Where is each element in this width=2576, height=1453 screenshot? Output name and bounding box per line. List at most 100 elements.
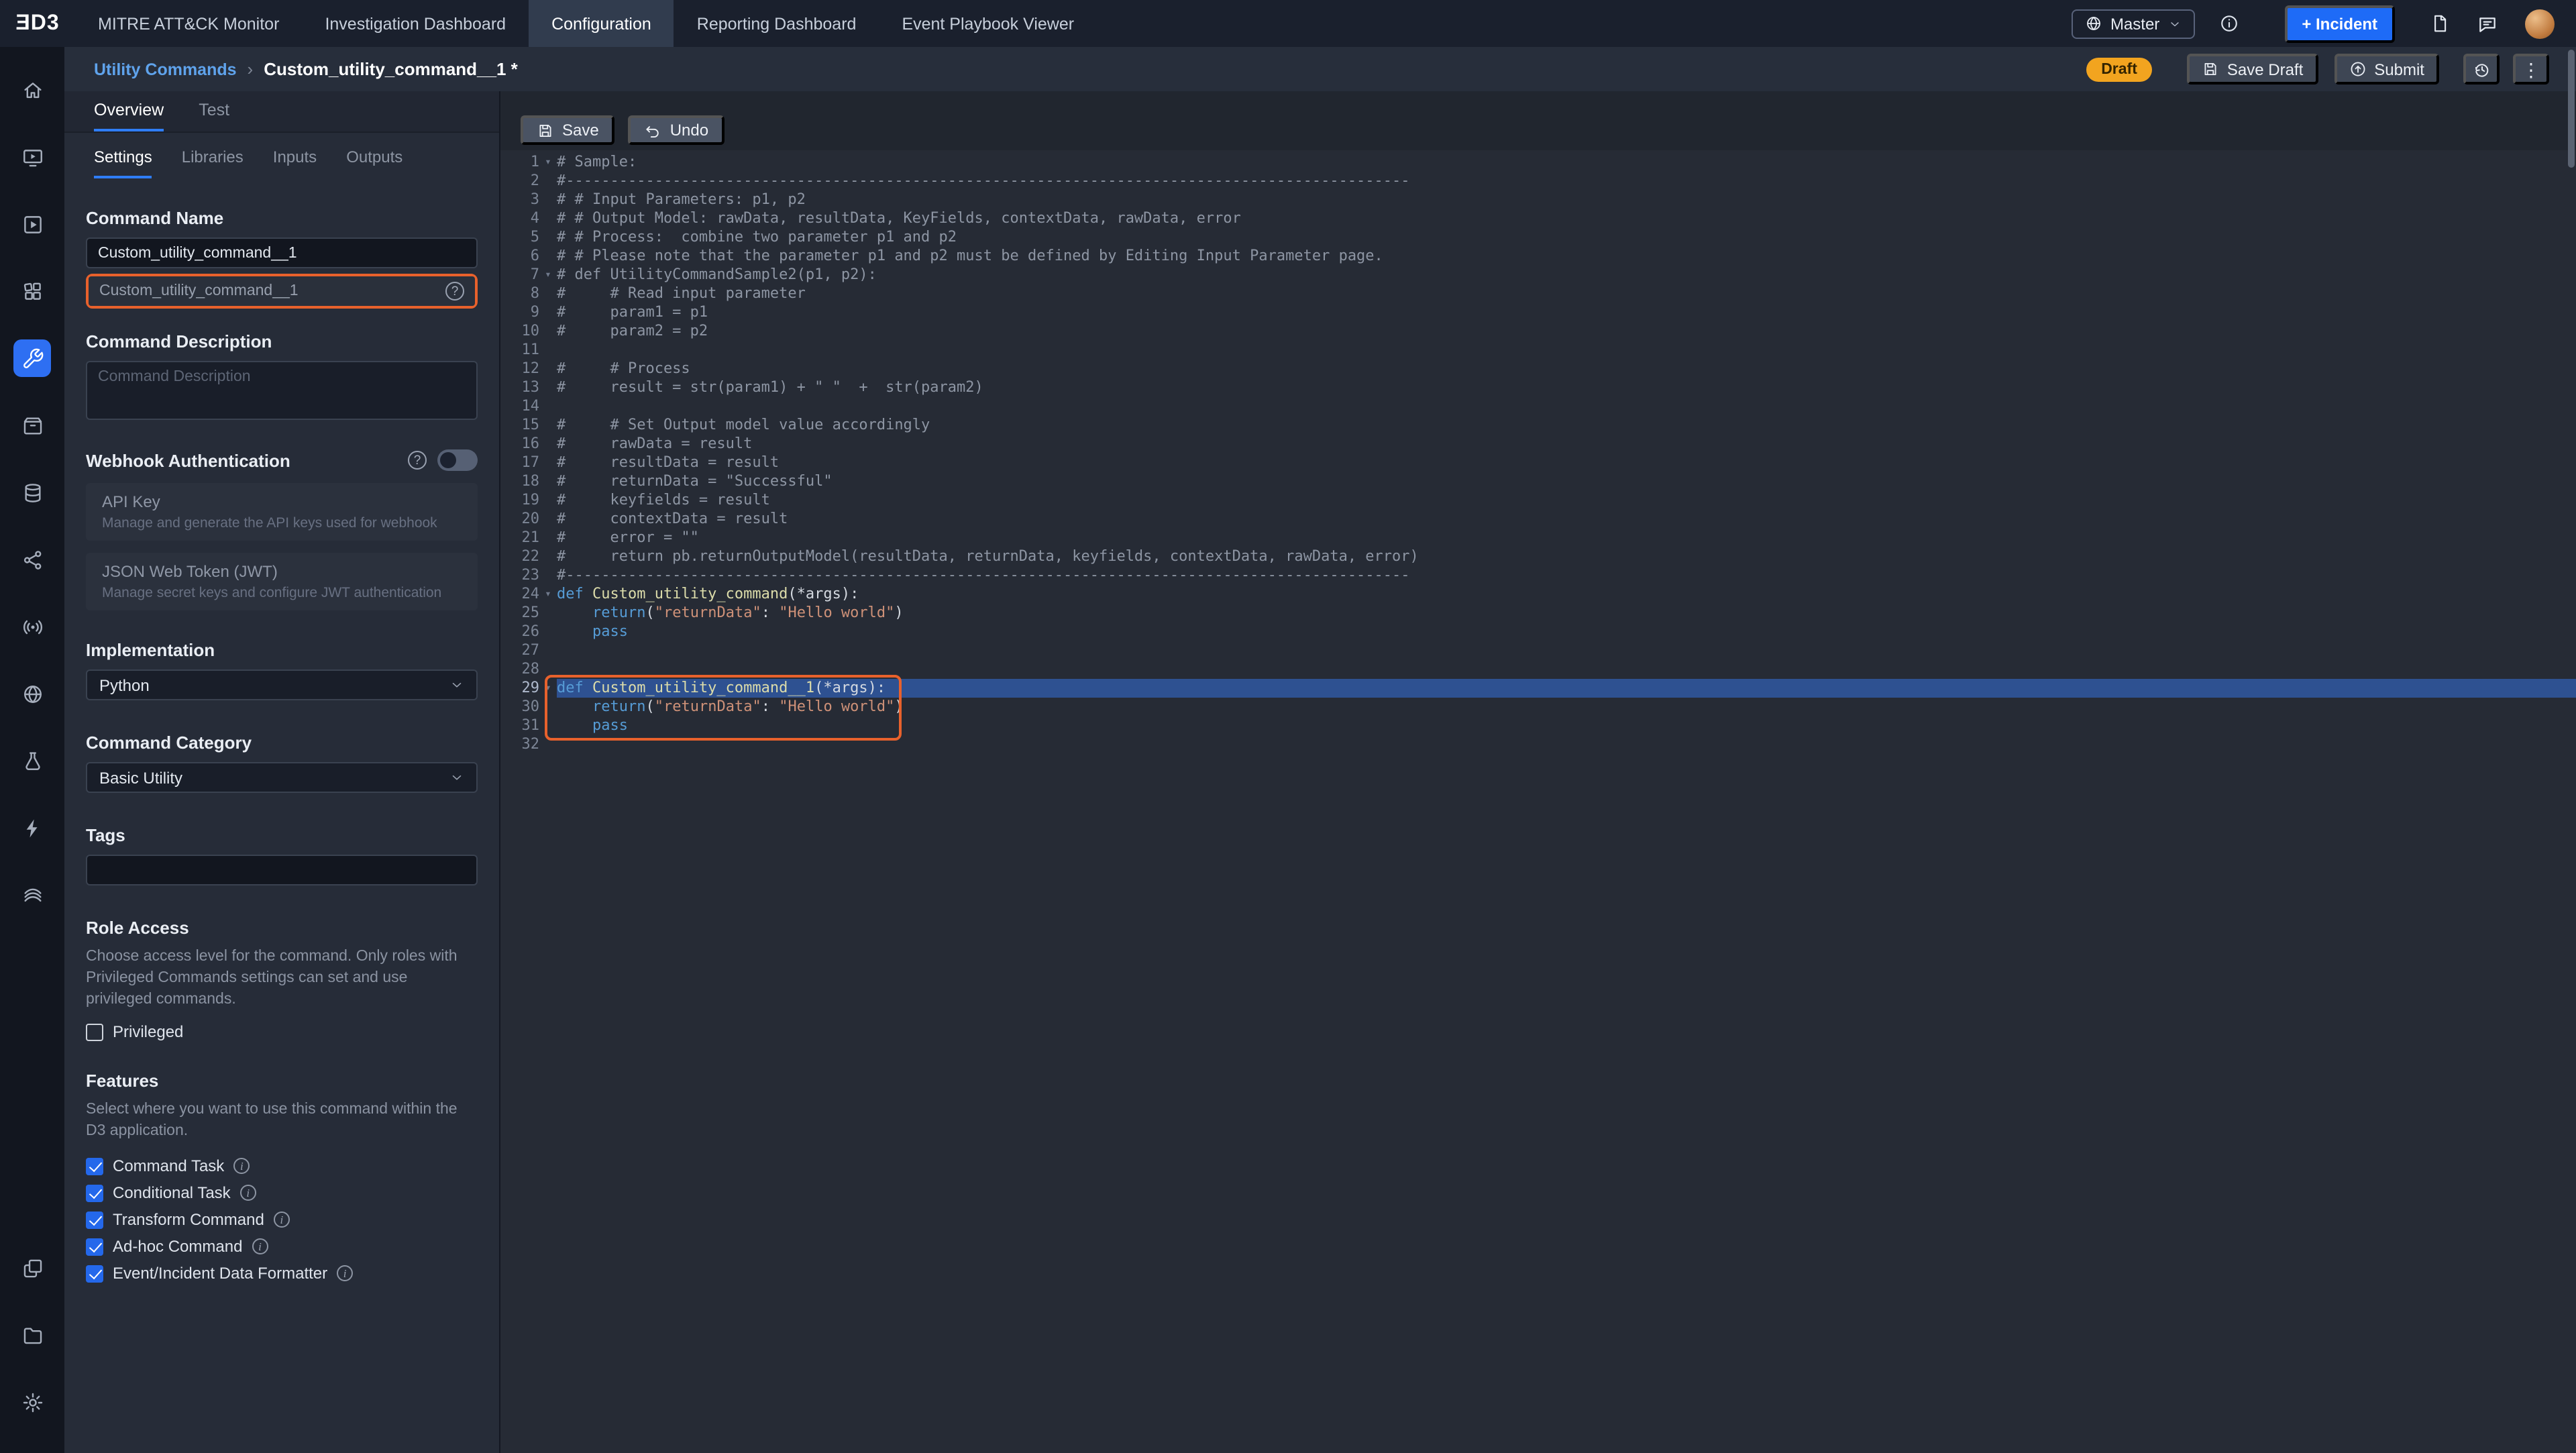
question-icon[interactable]: ? [408, 451, 427, 470]
code-line-19[interactable]: 19# keyfields = result [500, 491, 2576, 510]
code-line-27[interactable]: 27 [500, 641, 2576, 660]
document-icon[interactable] [2430, 13, 2450, 34]
info-icon[interactable]: i [337, 1265, 353, 1281]
info-icon[interactable]: i [252, 1238, 268, 1254]
rail-item-database[interactable] [0, 459, 64, 526]
nav-item-mitre-att-ck-monitor[interactable]: MITRE ATT&CK Monitor [75, 0, 302, 47]
code-line-21[interactable]: 21# error = "" [500, 529, 2576, 547]
command-name-input[interactable] [86, 237, 478, 268]
code-line-22[interactable]: 22# return pb.returnOutputModel(resultDa… [500, 547, 2576, 566]
tags-input[interactable] [86, 855, 478, 885]
more-options-button[interactable]: ⋮ [2513, 54, 2549, 85]
code-line-11[interactable]: 11 [500, 341, 2576, 360]
code-line-32[interactable]: 32 [500, 735, 2576, 754]
submit-button[interactable]: Submit [2334, 54, 2439, 85]
code-line-16[interactable]: 16# rawData = result [500, 435, 2576, 453]
line-gutter: 12 [500, 360, 557, 378]
site-selector[interactable]: Master [2072, 9, 2194, 38]
editor-save-button[interactable]: Save [521, 115, 615, 145]
code-line-13[interactable]: 13# result = str(param1) + " " + str(par… [500, 378, 2576, 397]
info-icon[interactable] [2218, 13, 2239, 34]
code-line-17[interactable]: 17# resultData = result [500, 453, 2576, 472]
code-line-28[interactable]: 28 [500, 660, 2576, 679]
code-line-2[interactable]: 2#--------------------------------------… [500, 172, 2576, 191]
rail-item-archive-box[interactable] [0, 392, 64, 459]
nav-item-investigation-dashboard[interactable]: Investigation Dashboard [302, 0, 529, 47]
code-line-8[interactable]: 8# # Read input parameter [500, 284, 2576, 303]
nav-item-event-playbook-viewer[interactable]: Event Playbook Viewer [879, 0, 1097, 47]
info-icon[interactable]: i [233, 1158, 250, 1174]
code-line-30[interactable]: 30 return("returnData": "Hello world") [500, 698, 2576, 716]
implementation-select[interactable]: Python [86, 669, 478, 700]
code-line-14[interactable]: 14 [500, 397, 2576, 416]
privileged-checkbox[interactable] [86, 1023, 103, 1040]
code-line-20[interactable]: 20# contextData = result [500, 510, 2576, 529]
code-line-3[interactable]: 3# # Input Parameters: p1, p2 [500, 191, 2576, 209]
code-line-31[interactable]: 31 pass [500, 716, 2576, 735]
save-draft-button[interactable]: Save Draft [2187, 54, 2318, 85]
d3-logo[interactable]: ƎD3 [0, 0, 75, 47]
rail-item-puzzle[interactable] [0, 258, 64, 325]
fold-marker[interactable]: ▾ [539, 679, 557, 698]
code-line-15[interactable]: 15# # Set Output model value accordingly [500, 416, 2576, 435]
nav-item-configuration[interactable]: Configuration [529, 0, 674, 47]
checkbox-conditional-task[interactable] [86, 1184, 103, 1201]
code-line-29[interactable]: 29▾def Custom_utility_command__1(*args): [500, 679, 2576, 698]
command-category-select[interactable]: Basic Utility [86, 762, 478, 793]
question-icon[interactable]: ? [445, 282, 464, 301]
rail-item-folder[interactable] [0, 1301, 64, 1368]
breadcrumb-parent-link[interactable]: Utility Commands [94, 60, 237, 78]
page-scrollbar-thumb[interactable] [2568, 50, 2575, 168]
rail-item-broadcast[interactable] [0, 593, 64, 660]
rail-item-lightning[interactable] [0, 794, 64, 861]
code-line-6[interactable]: 6# # Please note that the parameter p1 a… [500, 247, 2576, 266]
rail-item-waves[interactable] [0, 861, 64, 928]
rail-item-play-square[interactable] [0, 191, 64, 258]
fold-marker[interactable]: ▾ [539, 585, 557, 604]
code-line-10[interactable]: 10# param2 = p2 [500, 322, 2576, 341]
chat-icon[interactable] [2477, 13, 2498, 34]
subtab-settings[interactable]: Settings [94, 148, 152, 178]
nav-item-reporting-dashboard[interactable]: Reporting Dashboard [674, 0, 879, 47]
user-avatar[interactable] [2525, 9, 2555, 38]
code-line-25[interactable]: 25 return("returnData": "Hello world") [500, 604, 2576, 623]
new-incident-button[interactable]: + Incident [2284, 5, 2395, 42]
command-description-input[interactable] [86, 361, 478, 420]
code-area[interactable]: 1▾# Sample:2#---------------------------… [500, 150, 2576, 1453]
checkbox-event-incident-data-formatter[interactable] [86, 1264, 103, 1282]
command-internal-name-field[interactable]: Custom_utility_command__1 ? [89, 276, 475, 306]
editor-undo-button[interactable]: Undo [629, 115, 724, 145]
rail-item-monitor-play[interactable] [0, 123, 64, 191]
rail-item-gear[interactable] [0, 1368, 64, 1436]
info-icon[interactable]: i [240, 1185, 256, 1201]
code-line-24[interactable]: 24▾def Custom_utility_command(*args): [500, 585, 2576, 604]
rail-item-flask[interactable] [0, 727, 64, 794]
history-button[interactable] [2463, 54, 2500, 85]
fold-marker[interactable]: ▾ [539, 266, 557, 284]
rail-item-wrench[interactable] [0, 325, 64, 392]
tab-overview[interactable]: Overview [94, 91, 164, 131]
checkbox-ad-hoc-command[interactable] [86, 1238, 103, 1255]
code-line-7[interactable]: 7▾# def UtilityCommandSample2(p1, p2): [500, 266, 2576, 284]
code-line-5[interactable]: 5# # Process: combine two parameter p1 a… [500, 228, 2576, 247]
code-line-23[interactable]: 23#-------------------------------------… [500, 566, 2576, 585]
checkbox-command-task[interactable] [86, 1157, 103, 1175]
subtab-libraries[interactable]: Libraries [182, 148, 244, 178]
subtab-outputs[interactable]: Outputs [346, 148, 402, 178]
info-icon[interactable]: i [274, 1212, 290, 1228]
code-line-4[interactable]: 4# # Output Model: rawData, resultData, … [500, 209, 2576, 228]
code-line-9[interactable]: 9# param1 = p1 [500, 303, 2576, 322]
rail-item-globe[interactable] [0, 660, 64, 727]
tab-test[interactable]: Test [199, 91, 229, 131]
code-line-18[interactable]: 18# returnData = "Successful" [500, 472, 2576, 491]
rail-item-copy[interactable] [0, 1234, 64, 1301]
code-line-1[interactable]: 1▾# Sample: [500, 153, 2576, 172]
checkbox-transform-command[interactable] [86, 1211, 103, 1228]
subtab-inputs[interactable]: Inputs [273, 148, 317, 178]
webhook-auth-toggle[interactable] [437, 449, 478, 471]
code-line-12[interactable]: 12# # Process [500, 360, 2576, 378]
code-line-26[interactable]: 26 pass [500, 623, 2576, 641]
fold-marker[interactable]: ▾ [539, 153, 557, 172]
rail-item-share-network[interactable] [0, 526, 64, 593]
rail-item-home[interactable] [0, 56, 64, 123]
